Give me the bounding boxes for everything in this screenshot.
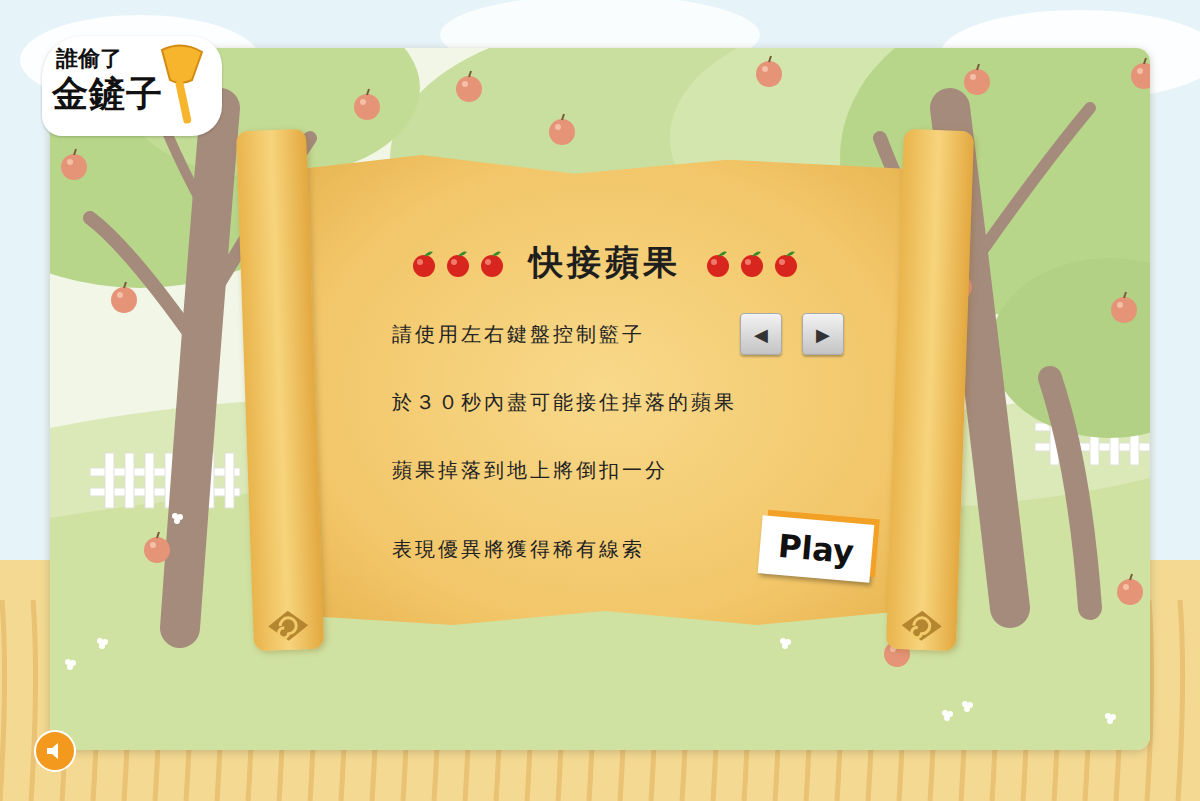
sound-button[interactable] [34, 730, 76, 772]
instruction-text: 蘋果掉落到地上將倒扣一分 [392, 457, 668, 484]
arrow-keys: ◀▶ [740, 313, 872, 355]
play-button[interactable]: Play [758, 515, 875, 583]
instruction-scroll: 快接蘋果請使用左右鍵盤控制籃子◀▶於３０秒內盡可能接住掉落的蘋果蘋果掉落到地上將… [245, 130, 965, 650]
instruction-text: 表現優異將獲得稀有線索 [392, 536, 645, 563]
parchment: 快接蘋果請使用左右鍵盤控制籃子◀▶於３０秒內盡可能接住掉落的蘋果蘋果掉落到地上將… [300, 155, 910, 625]
game-screen: 快接蘋果請使用左右鍵盤控制籃子◀▶於３０秒內盡可能接住掉落的蘋果蘋果掉落到地上將… [0, 0, 1200, 801]
title-row: 快接蘋果 [300, 240, 910, 286]
apple-icon [409, 248, 439, 278]
instruction-row: 於３０秒內盡可能接住掉落的蘋果 [392, 378, 872, 426]
instruction-row: 表現優異將獲得稀有線索 Play [392, 514, 872, 584]
arrow-key[interactable]: ◀ [740, 313, 782, 355]
instruction-list: 請使用左右鍵盤控制籃子◀▶於３０秒內盡可能接住掉落的蘋果蘋果掉落到地上將倒扣一分… [392, 310, 872, 584]
logo-text-top: 誰偷了 [52, 44, 222, 74]
game-logo: 誰偷了金鏟子 [42, 36, 222, 136]
play-button-wrap: Play [760, 514, 872, 584]
apple-icon [443, 248, 473, 278]
swirl-icon [896, 605, 947, 647]
game-title: 快接蘋果 [529, 240, 681, 286]
apple-icon [703, 248, 733, 278]
logo-text-main: 金鏟子 [52, 74, 222, 114]
speaker-icon [43, 739, 67, 763]
apple-icon [771, 248, 801, 278]
swirl-icon [263, 605, 314, 647]
apple-icon [737, 248, 767, 278]
instruction-row: 請使用左右鍵盤控制籃子◀▶ [392, 310, 872, 358]
apple-icon [477, 248, 507, 278]
instruction-text: 請使用左右鍵盤控制籃子 [392, 321, 645, 348]
instruction-row: 蘋果掉落到地上將倒扣一分 [392, 446, 872, 494]
arrow-key[interactable]: ▶ [802, 313, 844, 355]
game-panel: 快接蘋果請使用左右鍵盤控制籃子◀▶於３０秒內盡可能接住掉落的蘋果蘋果掉落到地上將… [50, 48, 1150, 750]
instruction-text: 於３０秒內盡可能接住掉落的蘋果 [392, 389, 737, 416]
